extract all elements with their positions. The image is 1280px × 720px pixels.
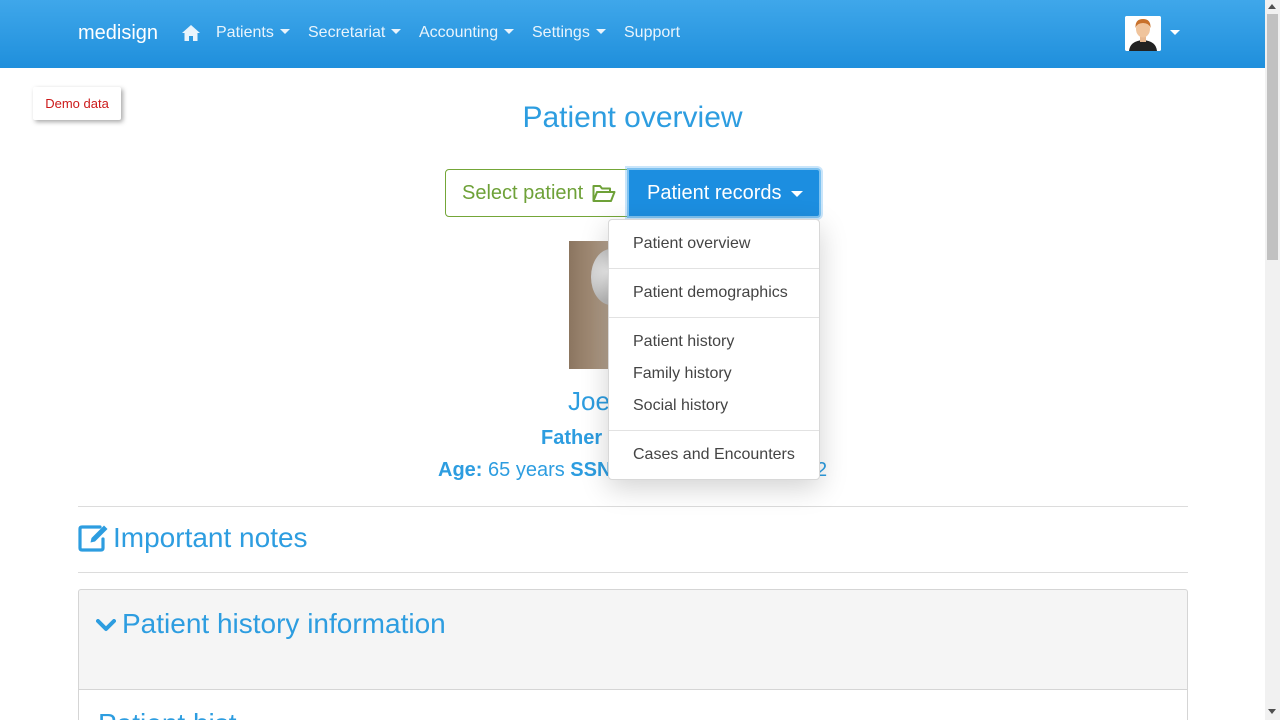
patient-info: Age: 65 years SSN	[438, 459, 611, 482]
nav-settings[interactable]: Settings	[532, 24, 606, 42]
patient-history-subheading: Patient hist	[98, 708, 237, 720]
divider	[78, 506, 1188, 507]
patient-name: Joe	[568, 386, 610, 416]
age-label: Age:	[438, 459, 483, 481]
chevron-down-icon	[595, 29, 606, 34]
nav-patients[interactable]: Patients	[216, 24, 290, 42]
nav-secretariat-label: Secretariat	[308, 24, 386, 41]
brand-logo[interactable]: medisign	[78, 22, 158, 45]
nav-support[interactable]: Support	[624, 24, 680, 42]
menu-divider	[609, 430, 819, 431]
top-navbar: medisign Patients Secretariat Accounting…	[0, 0, 1265, 68]
menu-item-patient-demographics[interactable]: Patient demographics	[633, 284, 788, 302]
patient-records-label: Patient records	[647, 182, 782, 204]
menu-divider	[609, 268, 819, 269]
patient-role: Father	[541, 427, 603, 449]
menu-item-patient-overview[interactable]: Patient overview	[633, 235, 750, 253]
chevron-down-icon	[391, 29, 402, 34]
home-icon[interactable]	[181, 24, 201, 44]
folder-open-icon	[592, 185, 616, 202]
patient-history-panel: Patient history information Patient hist	[78, 589, 1188, 720]
scrollbar-thumb[interactable]	[1267, 14, 1278, 260]
scroll-down-arrow-icon[interactable]	[1268, 709, 1276, 714]
select-patient-button[interactable]: Select patient	[445, 169, 629, 217]
important-notes-label: Important notes	[113, 522, 308, 553]
age-value: 65 years	[488, 459, 565, 481]
nav-accounting[interactable]: Accounting	[419, 24, 515, 42]
menu-item-cases-encounters[interactable]: Cases and Encounters	[633, 446, 795, 464]
menu-item-patient-history[interactable]: Patient history	[633, 333, 734, 351]
chevron-down-icon	[279, 29, 290, 34]
nav-patients-label: Patients	[216, 24, 274, 41]
chevron-down-icon	[791, 191, 803, 197]
user-avatar[interactable]	[1125, 16, 1161, 51]
ssn-label: SSN	[570, 459, 612, 481]
chevron-down-icon	[504, 29, 515, 34]
scroll-up-arrow-icon[interactable]	[1268, 4, 1276, 9]
patient-photo	[569, 241, 613, 369]
nav-settings-label: Settings	[532, 24, 590, 41]
page-title: Patient overview	[522, 101, 743, 134]
patient-records-dropdown: Patient overview Patient demographics Pa…	[608, 219, 820, 480]
patient-records-button[interactable]: Patient records	[627, 168, 821, 218]
user-menu-chevron-icon[interactable]	[1170, 30, 1180, 35]
menu-item-social-history[interactable]: Social history	[633, 397, 728, 415]
patient-history-body: Patient hist	[79, 689, 1187, 720]
page-scrollbar[interactable]	[1265, 0, 1280, 720]
patient-history-toggle[interactable]: Patient history information	[96, 608, 446, 640]
edit-icon	[78, 525, 108, 552]
menu-item-family-history[interactable]: Family history	[633, 365, 732, 383]
important-notes-heading[interactable]: Important notes	[78, 522, 308, 554]
divider	[78, 572, 1188, 573]
nav-secretariat[interactable]: Secretariat	[308, 24, 402, 42]
chevron-down-icon	[96, 619, 116, 631]
patient-history-info-label: Patient history information	[122, 608, 446, 639]
nav-accounting-label: Accounting	[419, 24, 499, 41]
menu-divider	[609, 317, 819, 318]
select-patient-label: Select patient	[462, 182, 584, 204]
